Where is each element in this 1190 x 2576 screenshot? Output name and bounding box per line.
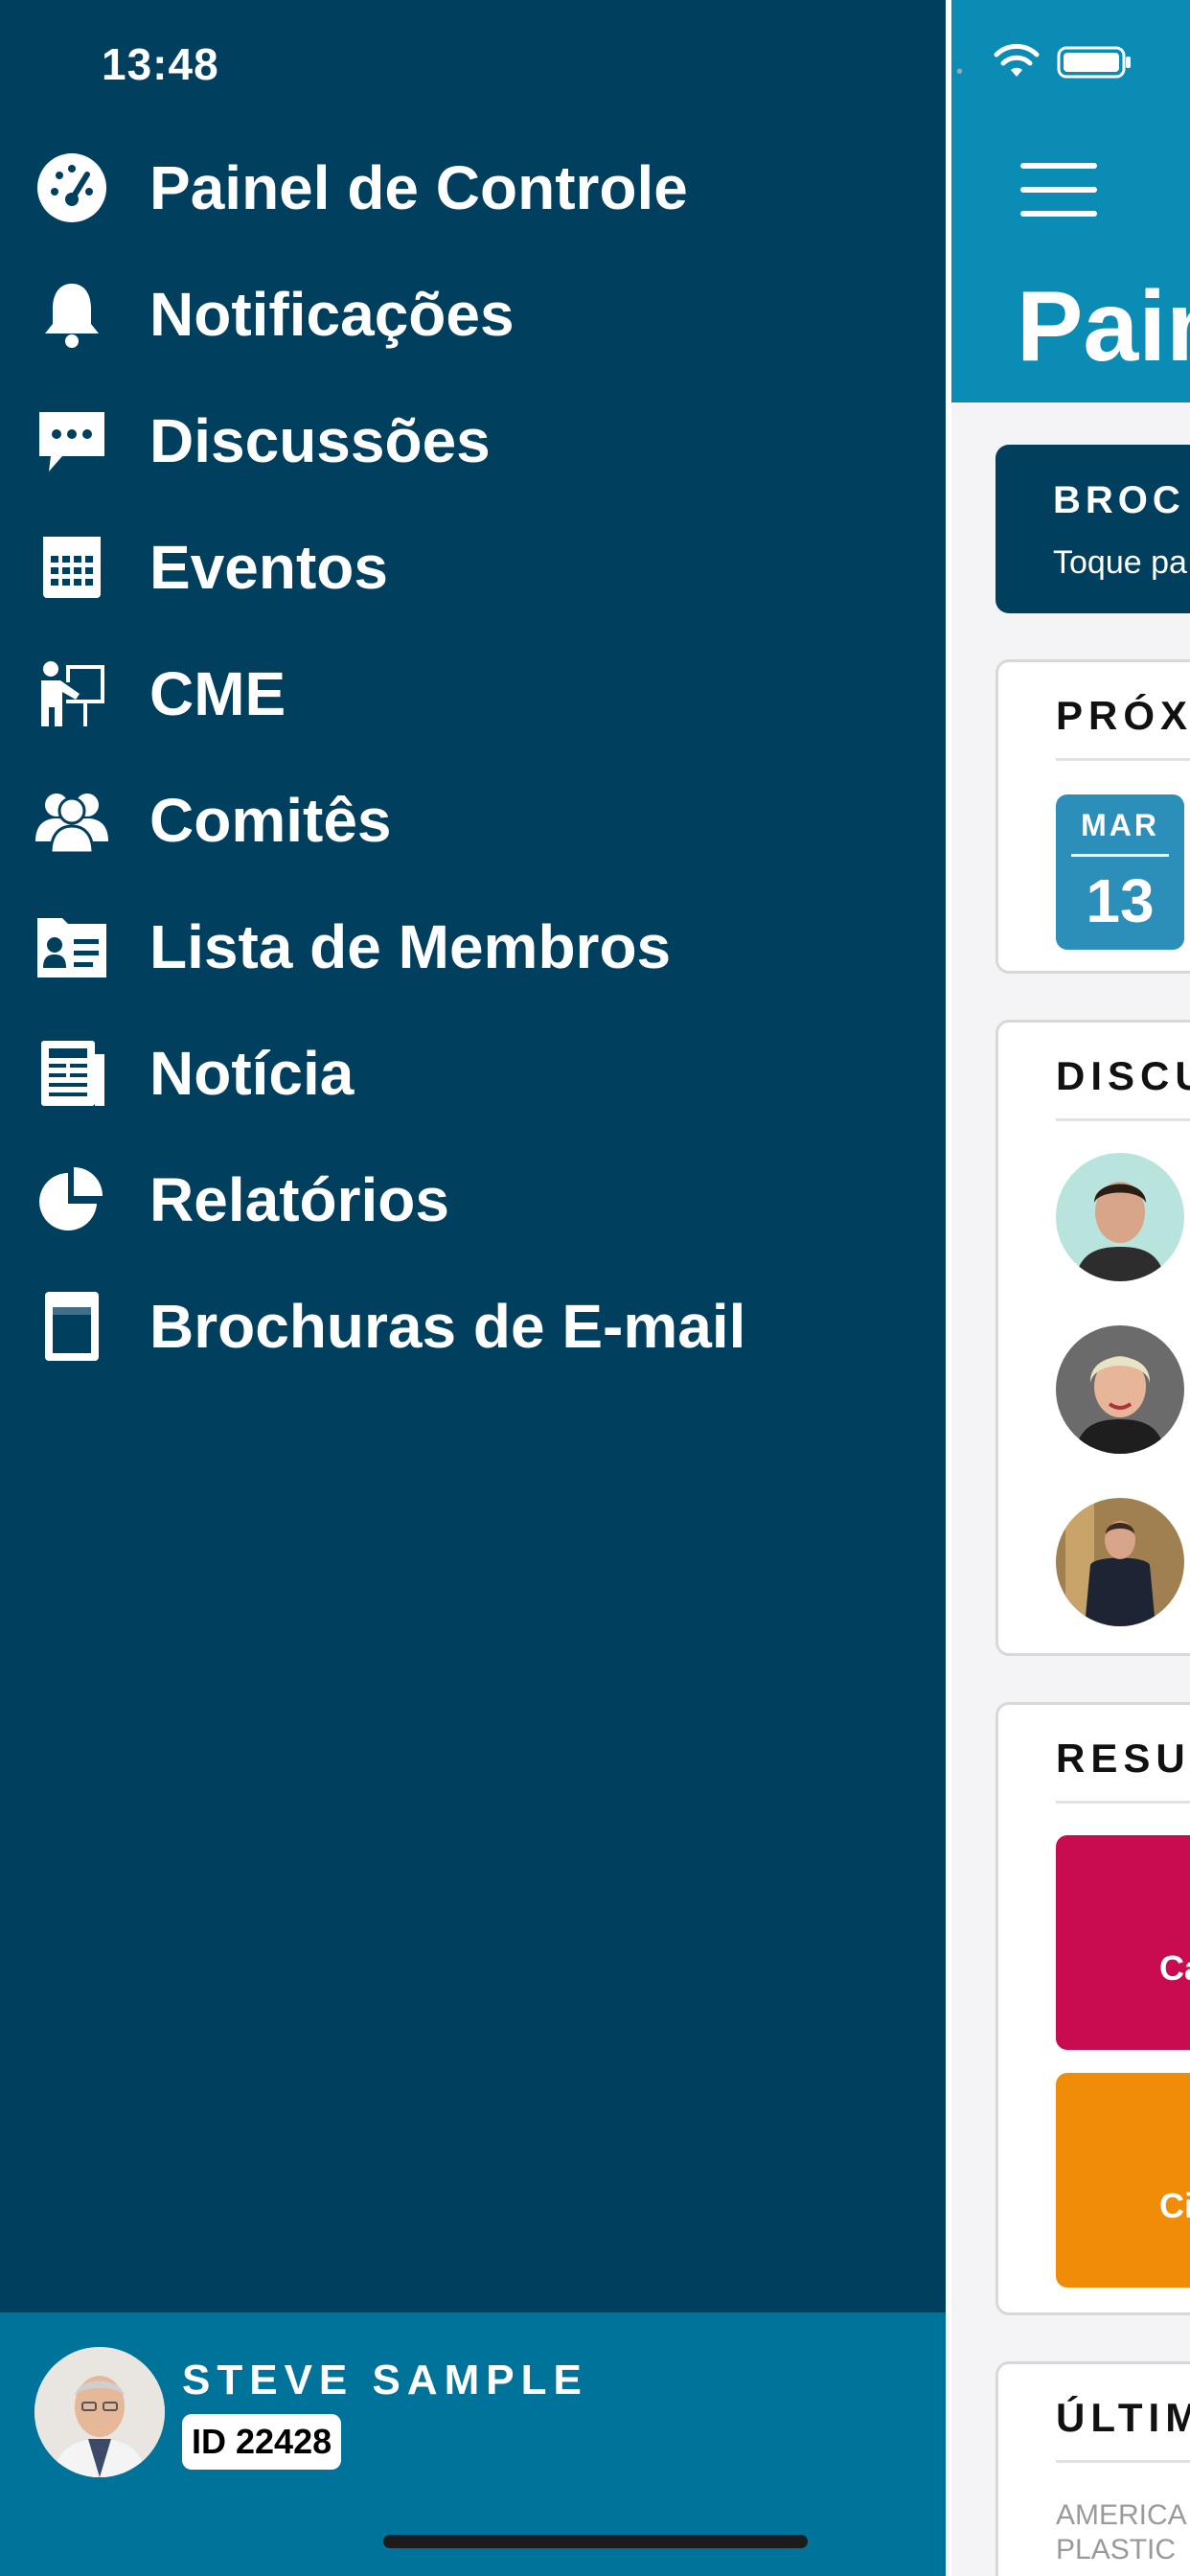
brochure-card-subtitle: Toque pa [1053,544,1187,581]
menu-label: Discussões [149,406,491,475]
side-drawer: 13:48 Painel de Controle Notificações Di… [0,0,946,2576]
menu-item-discussions[interactable]: Discussões [0,378,946,504]
dashboard-gauge-icon [29,145,115,231]
upcoming-events-card: PRÓX MAR 13 [995,659,1190,974]
main-content: •••• Pain BROC Toque pa [946,0,1190,2576]
menu-item-dashboard[interactable]: Painel de Controle [0,125,946,251]
card-divider [1056,758,1190,761]
drawer-divider [946,0,951,2576]
main-header: •••• Pain [946,0,1190,402]
menu-label: Notificações [149,280,515,349]
menu-label: Comitês [149,786,392,855]
summary-tile[interactable]: Ci [1056,2073,1190,2288]
calendar-icon [29,524,115,610]
drawer-menu: Painel de Controle Notificações Discussõ… [0,125,946,1390]
menu-toggle-button[interactable] [1020,163,1097,217]
card-title: PRÓX [1056,693,1190,738]
event-date-badge[interactable]: MAR 13 [1056,794,1184,950]
menu-label: Lista de Membros [149,912,672,981]
menu-label: Notícia [149,1039,355,1108]
users-icon [29,777,115,863]
avatar[interactable] [1056,1325,1184,1454]
summary-tile-label: Ci [1159,2186,1190,2225]
summary-tile[interactable]: Ca [1056,1835,1190,2050]
newspaper-icon [29,1030,115,1116]
profile-name: STEVE SAMPLE [182,2357,588,2404]
member-id-badge: ID 22428 [182,2414,342,2470]
status-bar-right: •••• [946,42,1190,90]
news-source-line: AMERICA [1056,2499,1187,2531]
menu-item-email-brochures[interactable]: Brochuras de E-mail [0,1263,946,1390]
brochure-card[interactable]: BROC Toque pa [995,445,1190,613]
event-day: 13 [1086,866,1155,935]
news-source[interactable]: AMERICA PLASTIC [1056,2498,1187,2567]
menu-item-cme[interactable]: CME [0,631,946,757]
card-title: ÚLTIM [1056,2395,1190,2440]
app-screen: 13:48 Painel de Controle Notificações Di… [0,0,1190,2576]
avatar[interactable] [1056,1498,1184,1626]
card-title: RESUI [1056,1736,1190,1781]
card-divider [1056,2460,1190,2463]
menu-item-reports[interactable]: Relatórios [0,1137,946,1263]
avatar[interactable] [1056,1153,1184,1281]
event-month: MAR [1081,808,1159,842]
chat-bubble-icon [29,398,115,484]
battery-icon [1057,46,1131,79]
menu-item-notifications[interactable]: Notificações [0,251,946,378]
latest-news-card: ÚLTIM AMERICA PLASTIC [995,2361,1190,2576]
summary-card: RESUI Ca Ci [995,1702,1190,2315]
menu-item-member-list[interactable]: Lista de Membros [0,884,946,1010]
member-card-icon [29,904,115,990]
status-time: 13:48 [102,39,219,89]
page-title: Pain [1017,271,1190,382]
news-source-line: PLASTIC [1056,2534,1177,2565]
discussions-card: DISCU [995,1020,1190,1656]
menu-item-news[interactable]: Notícia [0,1010,946,1137]
avatar [34,2347,165,2477]
card-divider [1056,1118,1190,1121]
menu-item-committees[interactable]: Comitês [0,757,946,884]
presentation-icon [29,651,115,737]
wifi-icon [994,43,1040,77]
brochure-card-title: BROC [1053,479,1185,521]
card-title: DISCU [1056,1053,1190,1098]
home-indicator [383,2535,808,2548]
menu-label: Relatórios [149,1165,449,1234]
brochure-icon [29,1283,115,1369]
pie-chart-icon [29,1157,115,1243]
menu-label: Painel de Controle [149,153,688,222]
menu-label: Eventos [149,533,388,602]
card-divider [1056,1801,1190,1804]
summary-tile-label: Ca [1159,1948,1190,1988]
menu-label: CME [149,659,286,728]
bell-icon [29,271,115,357]
menu-item-events[interactable]: Eventos [0,504,946,631]
menu-label: Brochuras de E-mail [149,1292,746,1361]
